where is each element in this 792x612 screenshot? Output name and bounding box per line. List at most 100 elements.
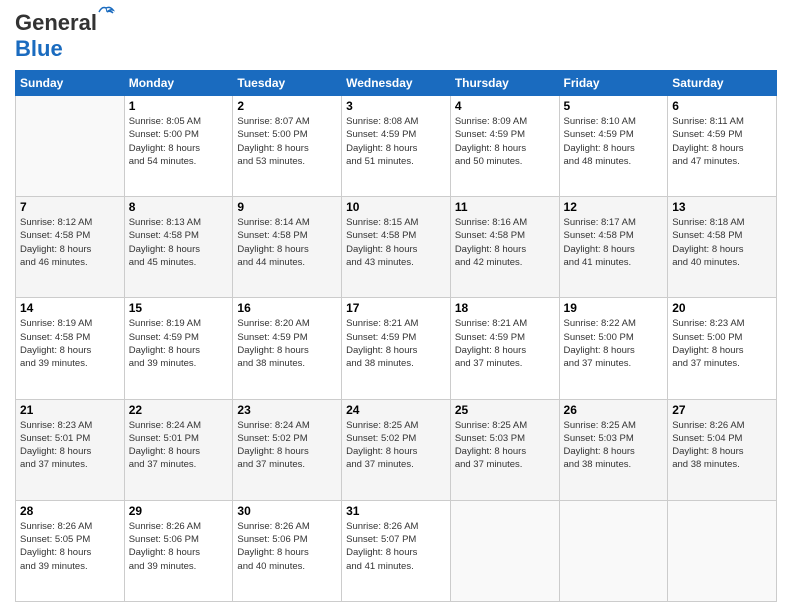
logo: General Blue	[15, 10, 97, 62]
day-info: Sunrise: 8:13 AM Sunset: 4:58 PM Dayligh…	[129, 216, 229, 269]
day-number: 2	[237, 99, 337, 113]
calendar-cell: 22 Sunrise: 8:24 AM Sunset: 5:01 PM Dayli…	[124, 399, 233, 500]
day-number: 17	[346, 301, 446, 315]
day-number: 18	[455, 301, 555, 315]
day-number: 15	[129, 301, 229, 315]
week-row-3: 14 Sunrise: 8:19 AM Sunset: 4:58 PM Dayli…	[16, 298, 777, 399]
week-row-5: 28 Sunrise: 8:26 AM Sunset: 5:05 PM Dayli…	[16, 500, 777, 601]
day-number: 6	[672, 99, 772, 113]
day-number: 26	[564, 403, 664, 417]
day-info: Sunrise: 8:23 AM Sunset: 5:00 PM Dayligh…	[672, 317, 772, 370]
header: General Blue	[15, 10, 777, 62]
day-number: 10	[346, 200, 446, 214]
day-number: 14	[20, 301, 120, 315]
weekday-tuesday: Tuesday	[233, 71, 342, 96]
day-number: 21	[20, 403, 120, 417]
day-info: Sunrise: 8:16 AM Sunset: 4:58 PM Dayligh…	[455, 216, 555, 269]
day-number: 24	[346, 403, 446, 417]
day-number: 27	[672, 403, 772, 417]
day-info: Sunrise: 8:23 AM Sunset: 5:01 PM Dayligh…	[20, 419, 120, 472]
calendar-cell	[16, 96, 125, 197]
weekday-thursday: Thursday	[450, 71, 559, 96]
calendar-cell: 21 Sunrise: 8:23 AM Sunset: 5:01 PM Dayli…	[16, 399, 125, 500]
day-info: Sunrise: 8:12 AM Sunset: 4:58 PM Dayligh…	[20, 216, 120, 269]
day-info: Sunrise: 8:26 AM Sunset: 5:06 PM Dayligh…	[129, 520, 229, 573]
day-number: 29	[129, 504, 229, 518]
calendar-cell: 9 Sunrise: 8:14 AM Sunset: 4:58 PM Daylig…	[233, 197, 342, 298]
day-number: 22	[129, 403, 229, 417]
calendar-cell: 7 Sunrise: 8:12 AM Sunset: 4:58 PM Daylig…	[16, 197, 125, 298]
day-info: Sunrise: 8:24 AM Sunset: 5:02 PM Dayligh…	[237, 419, 337, 472]
calendar-cell: 17 Sunrise: 8:21 AM Sunset: 4:59 PM Dayli…	[342, 298, 451, 399]
day-info: Sunrise: 8:05 AM Sunset: 5:00 PM Dayligh…	[129, 115, 229, 168]
day-info: Sunrise: 8:24 AM Sunset: 5:01 PM Dayligh…	[129, 419, 229, 472]
day-number: 7	[20, 200, 120, 214]
logo-general: General	[15, 10, 97, 35]
day-info: Sunrise: 8:08 AM Sunset: 4:59 PM Dayligh…	[346, 115, 446, 168]
calendar-cell: 13 Sunrise: 8:18 AM Sunset: 4:58 PM Dayli…	[668, 197, 777, 298]
week-row-1: 1 Sunrise: 8:05 AM Sunset: 5:00 PM Daylig…	[16, 96, 777, 197]
day-number: 25	[455, 403, 555, 417]
weekday-header-row: SundayMondayTuesdayWednesdayThursdayFrid…	[16, 71, 777, 96]
calendar-cell	[450, 500, 559, 601]
calendar-cell: 6Sunrise: 8:11 AM Sunset: 4:59 PM Daylig…	[668, 96, 777, 197]
logo-blue: Blue	[15, 36, 63, 62]
day-info: Sunrise: 8:19 AM Sunset: 4:59 PM Dayligh…	[129, 317, 229, 370]
calendar-cell: 20Sunrise: 8:23 AM Sunset: 5:00 PM Dayli…	[668, 298, 777, 399]
calendar-cell: 29 Sunrise: 8:26 AM Sunset: 5:06 PM Dayli…	[124, 500, 233, 601]
day-number: 1	[129, 99, 229, 113]
calendar-cell: 30Sunrise: 8:26 AM Sunset: 5:06 PM Dayli…	[233, 500, 342, 601]
calendar-cell: 8 Sunrise: 8:13 AM Sunset: 4:58 PM Daylig…	[124, 197, 233, 298]
calendar-cell: 12 Sunrise: 8:17 AM Sunset: 4:58 PM Dayli…	[559, 197, 668, 298]
day-number: 16	[237, 301, 337, 315]
day-info: Sunrise: 8:22 AM Sunset: 5:00 PM Dayligh…	[564, 317, 664, 370]
calendar-table: SundayMondayTuesdayWednesdayThursdayFrid…	[15, 70, 777, 602]
day-number: 13	[672, 200, 772, 214]
day-number: 28	[20, 504, 120, 518]
calendar-cell: 4Sunrise: 8:09 AM Sunset: 4:59 PM Daylig…	[450, 96, 559, 197]
day-info: Sunrise: 8:20 AM Sunset: 4:59 PM Dayligh…	[237, 317, 337, 370]
calendar-cell: 2 Sunrise: 8:07 AM Sunset: 5:00 PM Daylig…	[233, 96, 342, 197]
calendar-cell: 25 Sunrise: 8:25 AM Sunset: 5:03 PM Dayli…	[450, 399, 559, 500]
day-info: Sunrise: 8:17 AM Sunset: 4:58 PM Dayligh…	[564, 216, 664, 269]
day-info: Sunrise: 8:14 AM Sunset: 4:58 PM Dayligh…	[237, 216, 337, 269]
calendar-cell: 27Sunrise: 8:26 AM Sunset: 5:04 PM Dayli…	[668, 399, 777, 500]
day-info: Sunrise: 8:21 AM Sunset: 4:59 PM Dayligh…	[346, 317, 446, 370]
weekday-saturday: Saturday	[668, 71, 777, 96]
week-row-2: 7 Sunrise: 8:12 AM Sunset: 4:58 PM Daylig…	[16, 197, 777, 298]
calendar-cell: 23 Sunrise: 8:24 AM Sunset: 5:02 PM Dayli…	[233, 399, 342, 500]
calendar-cell	[559, 500, 668, 601]
weekday-friday: Friday	[559, 71, 668, 96]
calendar-cell: 10 Sunrise: 8:15 AM Sunset: 4:58 PM Dayli…	[342, 197, 451, 298]
calendar-cell: 3 Sunrise: 8:08 AM Sunset: 4:59 PM Daylig…	[342, 96, 451, 197]
weekday-monday: Monday	[124, 71, 233, 96]
day-info: Sunrise: 8:26 AM Sunset: 5:05 PM Dayligh…	[20, 520, 120, 573]
day-number: 19	[564, 301, 664, 315]
day-number: 3	[346, 99, 446, 113]
calendar-cell: 15 Sunrise: 8:19 AM Sunset: 4:59 PM Dayli…	[124, 298, 233, 399]
calendar-cell: 26Sunrise: 8:25 AM Sunset: 5:03 PM Dayli…	[559, 399, 668, 500]
day-info: Sunrise: 8:21 AM Sunset: 4:59 PM Dayligh…	[455, 317, 555, 370]
calendar-cell: 1 Sunrise: 8:05 AM Sunset: 5:00 PM Daylig…	[124, 96, 233, 197]
day-info: Sunrise: 8:18 AM Sunset: 4:58 PM Dayligh…	[672, 216, 772, 269]
day-number: 9	[237, 200, 337, 214]
day-number: 31	[346, 504, 446, 518]
day-number: 23	[237, 403, 337, 417]
calendar-cell: 11 Sunrise: 8:16 AM Sunset: 4:58 PM Dayli…	[450, 197, 559, 298]
calendar-cell	[668, 500, 777, 601]
day-info: Sunrise: 8:25 AM Sunset: 5:03 PM Dayligh…	[455, 419, 555, 472]
day-info: Sunrise: 8:19 AM Sunset: 4:58 PM Dayligh…	[20, 317, 120, 370]
day-number: 11	[455, 200, 555, 214]
day-number: 8	[129, 200, 229, 214]
calendar-cell: 18 Sunrise: 8:21 AM Sunset: 4:59 PM Dayli…	[450, 298, 559, 399]
weekday-sunday: Sunday	[16, 71, 125, 96]
day-info: Sunrise: 8:15 AM Sunset: 4:58 PM Dayligh…	[346, 216, 446, 269]
day-number: 12	[564, 200, 664, 214]
calendar-cell: 5Sunrise: 8:10 AM Sunset: 4:59 PM Daylig…	[559, 96, 668, 197]
calendar-cell: 31Sunrise: 8:26 AM Sunset: 5:07 PM Dayli…	[342, 500, 451, 601]
day-info: Sunrise: 8:10 AM Sunset: 4:59 PM Dayligh…	[564, 115, 664, 168]
day-info: Sunrise: 8:26 AM Sunset: 5:06 PM Dayligh…	[237, 520, 337, 573]
calendar-cell: 16 Sunrise: 8:20 AM Sunset: 4:59 PM Dayli…	[233, 298, 342, 399]
day-info: Sunrise: 8:07 AM Sunset: 5:00 PM Dayligh…	[237, 115, 337, 168]
calendar-cell: 28 Sunrise: 8:26 AM Sunset: 5:05 PM Dayli…	[16, 500, 125, 601]
